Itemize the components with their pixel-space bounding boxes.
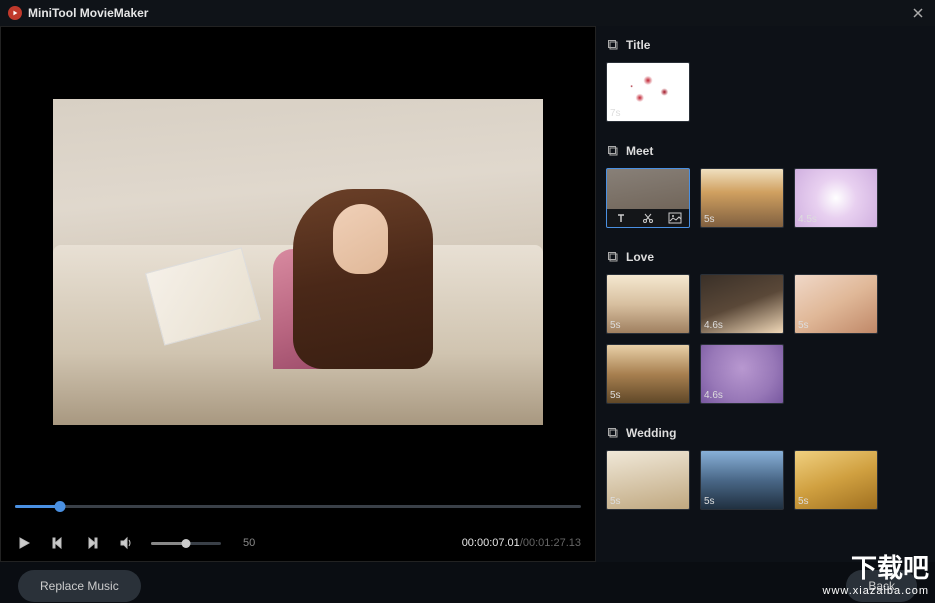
clip-duration: 5s — [798, 496, 809, 507]
clip-duration: 5s — [610, 496, 621, 507]
clip-grid: 5s 4.6s 5s 5s 4.6s — [600, 272, 927, 412]
timeline-handle[interactable] — [55, 501, 66, 512]
section-title: Title 7s — [600, 30, 927, 130]
preview-image — [53, 99, 543, 425]
clip-duration: 4.6s — [704, 390, 723, 401]
controls: 50 00:00:07.01/00:01:27.13 — [1, 525, 595, 561]
timeline-track[interactable] — [15, 505, 581, 508]
cut-tool-icon[interactable] — [641, 211, 655, 225]
clip[interactable]: 5s — [606, 450, 690, 510]
play-button[interactable] — [15, 534, 33, 552]
volume-value: 50 — [243, 537, 255, 549]
bottom-bar: Replace Music Back — [0, 562, 935, 602]
section-love: Love 5s 4.6s 5s 5s 4.6s — [600, 242, 927, 412]
clip[interactable]: 4.6s — [700, 274, 784, 334]
clip[interactable]: 5s — [700, 168, 784, 228]
clip-duration: 5s — [610, 320, 621, 331]
back-button[interactable]: Back — [846, 570, 917, 602]
section-header: Wedding — [600, 418, 927, 448]
clip-duration: 7s — [610, 108, 621, 119]
prev-frame-button[interactable] — [49, 534, 67, 552]
section-header: Title — [600, 30, 927, 60]
timeline-progress — [15, 505, 60, 508]
clip-duration: 5s — [610, 390, 621, 401]
clip[interactable]: 5s — [606, 274, 690, 334]
clip[interactable]: 5s — [794, 274, 878, 334]
clip-toolbar — [607, 209, 689, 227]
volume-slider[interactable] — [151, 542, 221, 545]
clip[interactable]: 7s — [606, 62, 690, 122]
volume-handle[interactable] — [182, 539, 191, 548]
timeline[interactable] — [1, 487, 595, 525]
time-current: 00:00:07.01 — [462, 537, 520, 549]
clip-duration: 4.5s — [798, 214, 817, 225]
clips-panel[interactable]: Title 7s Meet 5s 4.5s Love 5s 4.6s 5s 5s 4.6s Weddi… — [596, 26, 935, 562]
clip-grid: 7s — [600, 60, 927, 130]
clip[interactable]: 5s — [794, 450, 878, 510]
close-button[interactable] — [909, 4, 927, 22]
clip[interactable]: 5s — [700, 450, 784, 510]
text-tool-icon[interactable] — [614, 211, 628, 225]
image-tool-icon[interactable] — [668, 211, 682, 225]
clip-duration: 4.6s — [704, 320, 723, 331]
clip[interactable]: 4.6s — [700, 344, 784, 404]
preview-viewport[interactable] — [1, 27, 595, 487]
title-bar: MiniTool MovieMaker — [0, 0, 935, 26]
section-meet: Meet 5s 4.5s — [600, 136, 927, 236]
clip-grid: 5s 4.5s — [600, 166, 927, 236]
app-logo-icon — [8, 6, 22, 20]
time-total: /00:01:27.13 — [520, 537, 581, 549]
section-title: Love — [626, 250, 654, 264]
section-header: Love — [600, 242, 927, 272]
next-frame-button[interactable] — [83, 534, 101, 552]
clip[interactable]: 5s — [606, 344, 690, 404]
clip[interactable]: 4.5s — [794, 168, 878, 228]
app-title: MiniTool MovieMaker — [28, 6, 148, 20]
replace-music-button[interactable]: Replace Music — [18, 570, 141, 602]
time-display: 00:00:07.01/00:01:27.13 — [462, 537, 581, 549]
section-title: Meet — [626, 144, 653, 158]
main-area: 50 00:00:07.01/00:01:27.13 Title 7s Meet 5s… — [0, 26, 935, 562]
clip-duration: 5s — [704, 496, 715, 507]
copy-icon — [606, 38, 620, 52]
clip-grid: 5s 5s 5s — [600, 448, 927, 518]
clip-duration: 5s — [704, 214, 715, 225]
clip[interactable] — [606, 168, 690, 228]
clip-duration: 5s — [798, 320, 809, 331]
section-title: Title — [626, 38, 650, 52]
copy-icon — [606, 250, 620, 264]
section-header: Meet — [600, 136, 927, 166]
section-wedding: Wedding 5s 5s 5s — [600, 418, 927, 518]
preview-panel: 50 00:00:07.01/00:01:27.13 — [0, 26, 596, 562]
copy-icon — [606, 144, 620, 158]
copy-icon — [606, 426, 620, 440]
section-title: Wedding — [626, 426, 676, 440]
volume-icon[interactable] — [117, 534, 135, 552]
